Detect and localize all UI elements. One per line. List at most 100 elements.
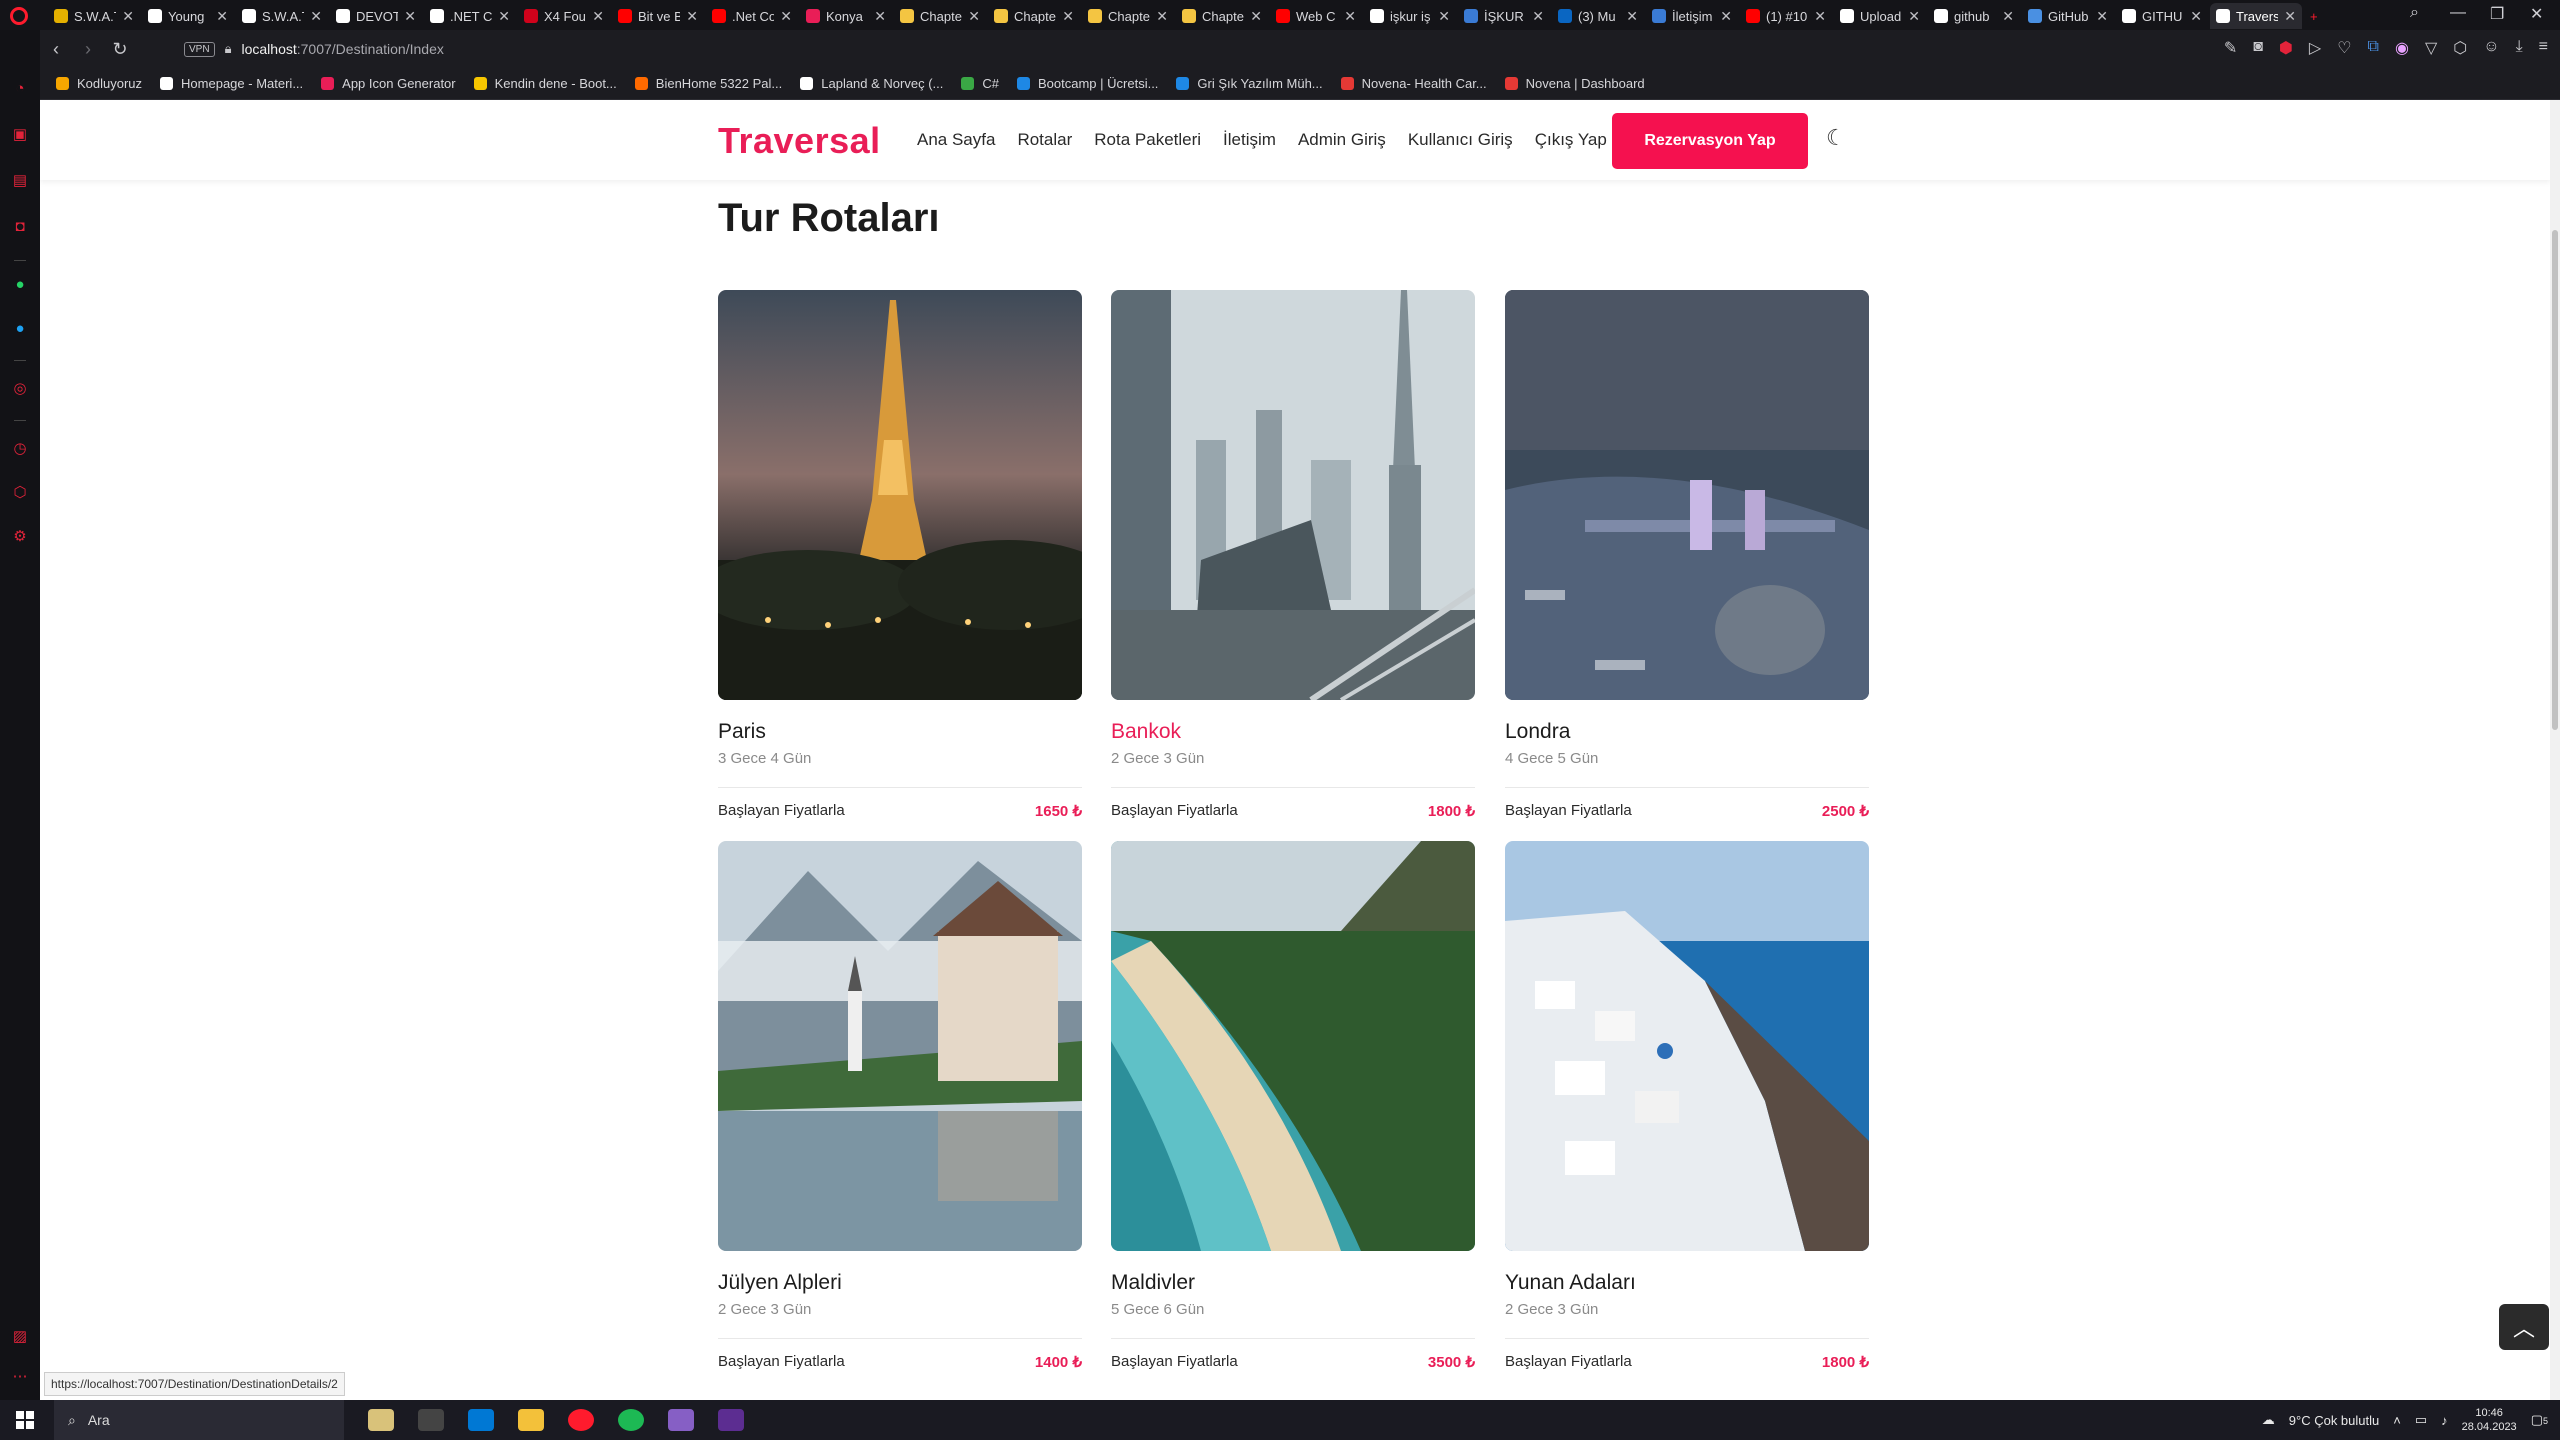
destination-image[interactable] — [1505, 841, 1869, 1251]
nav-contact[interactable]: İletişim — [1223, 130, 1276, 150]
browser-tab[interactable]: GitHub ✕ — [2022, 3, 2114, 29]
download-icon[interactable]: ⤓ — [2516, 38, 2523, 58]
tab-close-icon[interactable]: ✕ — [122, 8, 134, 25]
tab-close-icon[interactable]: ✕ — [2096, 8, 2108, 25]
nav-route-packages[interactable]: Rota Paketleri — [1094, 130, 1201, 150]
back-to-top-button[interactable]: ︿ — [2499, 1304, 2549, 1350]
browser-tab[interactable]: .Net Co ✕ — [706, 3, 798, 29]
heart-icon[interactable]: ♡ — [2337, 38, 2351, 58]
translate-icon[interactable]: ⧉ — [2368, 38, 2379, 58]
player-icon[interactable]: ◎ — [10, 378, 30, 398]
browser-tab[interactable]: X4 Fou ✕ — [518, 3, 610, 29]
close-window-icon[interactable]: ✕ — [2530, 4, 2543, 24]
browser-tab[interactable]: (1) #10 ✕ — [1740, 3, 1832, 29]
tab-close-icon[interactable]: ✕ — [780, 8, 792, 25]
browser-tab[interactable]: Web C ✕ — [1270, 3, 1362, 29]
opera-taskbar-icon[interactable] — [568, 1409, 594, 1431]
weather-text[interactable]: 9°C Çok bulutlu — [2289, 1413, 2379, 1428]
destination-card[interactable]: Paris 3 Gece 4 Gün Başlayan Fiyatlarla 16… — [718, 290, 1082, 820]
browser-tab[interactable]: Chapte ✕ — [894, 3, 986, 29]
browser-tab[interactable]: .NET C ✕ — [424, 3, 516, 29]
extensions-icon[interactable]: ⬡ — [2453, 38, 2467, 58]
minimize-icon[interactable]: — — [2450, 4, 2466, 22]
destination-card[interactable]: Yunan Adaları 2 Gece 3 Gün Başlayan Fiya… — [1505, 841, 1869, 1371]
send-icon[interactable]: ▷ — [2309, 38, 2321, 58]
browser-tab[interactable]: Konya ✕ — [800, 3, 892, 29]
destination-card[interactable]: Londra 4 Gece 5 Gün Başlayan Fiyatlarla 2… — [1505, 290, 1869, 820]
settings-menu-icon[interactable]: ≡ — [2539, 38, 2548, 58]
more-icon[interactable]: ⋯ — [10, 1366, 30, 1386]
destination-image[interactable] — [718, 290, 1082, 700]
browser-tab[interactable]: işkur iş ✕ — [1364, 3, 1456, 29]
browser-tab[interactable]: Young ✕ — [142, 3, 234, 29]
bookmark-item[interactable]: Kendin dene - Boot... — [473, 76, 617, 91]
tab-close-icon[interactable]: ✕ — [310, 8, 322, 25]
site-logo[interactable]: Traversal — [718, 120, 881, 162]
page-scrollbar[interactable] — [2550, 100, 2560, 1400]
bookmark-item[interactable]: Bootcamp | Ücretsi... — [1017, 76, 1158, 91]
twitter-icon[interactable]: ● — [10, 318, 30, 338]
vpn-badge[interactable]: VPN — [184, 41, 215, 57]
browser-tab[interactable]: Travers ✕ — [2210, 3, 2302, 29]
nav-user-login[interactable]: Kullanıcı Giriş — [1408, 130, 1513, 150]
shield-icon[interactable]: ⬢ — [2279, 38, 2293, 58]
tray-chevron-icon[interactable]: ˄ — [2393, 1413, 2401, 1428]
tab-close-icon[interactable]: ✕ — [1532, 8, 1544, 25]
windows-start-icon[interactable] — [16, 1411, 34, 1429]
url-field[interactable]: localhost:7007/Destination/Index — [241, 41, 443, 57]
tab-close-icon[interactable]: ✕ — [1814, 8, 1826, 25]
file-explorer-icon[interactable] — [518, 1409, 544, 1431]
destination-image[interactable] — [1111, 290, 1475, 700]
bookmark-item[interactable]: C# — [961, 76, 999, 91]
settings-icon[interactable]: ⚙ — [10, 526, 30, 546]
network-icon[interactable]: ▭ — [2415, 1412, 2427, 1428]
gallery-icon[interactable]: ▨ — [10, 1326, 30, 1346]
destination-card[interactable]: Bankok 2 Gece 3 Gün Başlayan Fiyatlarla 1… — [1111, 290, 1475, 820]
destination-card[interactable]: Jülyen Alpleri 2 Gece 3 Gün Başlayan Fiy… — [718, 841, 1082, 1371]
tab-close-icon[interactable]: ✕ — [592, 8, 604, 25]
browser-tab[interactable]: Upload ✕ — [1834, 3, 1926, 29]
tab-close-icon[interactable]: ✕ — [1626, 8, 1638, 25]
opera-menu-icon[interactable] — [10, 7, 28, 25]
instagram-icon[interactable]: ◘ — [10, 216, 30, 236]
browser-tab[interactable]: Bit ve B ✕ — [612, 3, 704, 29]
destination-name[interactable]: Bankok — [1111, 720, 1475, 744]
tab-close-icon[interactable]: ✕ — [1438, 8, 1450, 25]
bookmark-item[interactable]: Kodluyoruz — [56, 76, 142, 91]
bag-icon[interactable]: ▣ — [10, 124, 30, 144]
bookmark-item[interactable]: BienHome 5322 Pal... — [634, 76, 782, 91]
mail-icon[interactable] — [468, 1409, 494, 1431]
tab-close-icon[interactable]: ✕ — [216, 8, 228, 25]
history-icon[interactable]: ◷ — [10, 438, 30, 458]
browser-tab[interactable]: Chapte ✕ — [1082, 3, 1174, 29]
app-icon[interactable] — [718, 1409, 744, 1431]
browser-tab[interactable]: İletişim ✕ — [1646, 3, 1738, 29]
browser-tab[interactable]: İŞKUR ✕ — [1458, 3, 1550, 29]
reload-icon[interactable]: ↻ — [104, 39, 136, 60]
browser-tab[interactable]: github ✕ — [1928, 3, 2020, 29]
tab-close-icon[interactable]: ✕ — [686, 8, 698, 25]
bookmark-item[interactable]: Gri Şık Yazılım Müh... — [1176, 76, 1323, 91]
lock-icon[interactable]: 🔒︎ — [225, 41, 232, 57]
tab-close-icon[interactable]: ✕ — [1908, 8, 1920, 25]
tab-close-icon[interactable]: ✕ — [498, 8, 510, 25]
visual-studio-icon[interactable] — [668, 1409, 694, 1431]
bookmark-item[interactable]: Novena | Dashboard — [1504, 76, 1645, 91]
tab-close-icon[interactable]: ✕ — [874, 8, 886, 25]
browser-tab[interactable]: S.W.A.T ✕ — [236, 3, 328, 29]
vue-icon[interactable]: ▽ — [2425, 38, 2437, 58]
bookmark-item[interactable]: Homepage - Materi... — [160, 76, 303, 91]
destination-image[interactable] — [1505, 290, 1869, 700]
destination-name[interactable]: Yunan Adaları — [1505, 1271, 1869, 1295]
tab-close-icon[interactable]: ✕ — [1720, 8, 1732, 25]
destination-card[interactable]: Maldivler 5 Gece 6 Gün Başlayan Fiyatlar… — [1111, 841, 1475, 1371]
forward-icon[interactable]: › — [72, 39, 104, 60]
search-highlight-icon[interactable] — [368, 1409, 394, 1431]
destination-image[interactable] — [718, 841, 1082, 1251]
tab-close-icon[interactable]: ✕ — [1344, 8, 1356, 25]
whatsapp-icon[interactable]: ● — [10, 274, 30, 294]
browser-tab[interactable]: (3) Mu ✕ — [1552, 3, 1644, 29]
edit-icon[interactable]: ✎ — [2224, 38, 2237, 58]
browser-tab[interactable]: Chapte ✕ — [1176, 3, 1268, 29]
tab-search-icon[interactable]: ⌕ — [2410, 4, 2419, 22]
